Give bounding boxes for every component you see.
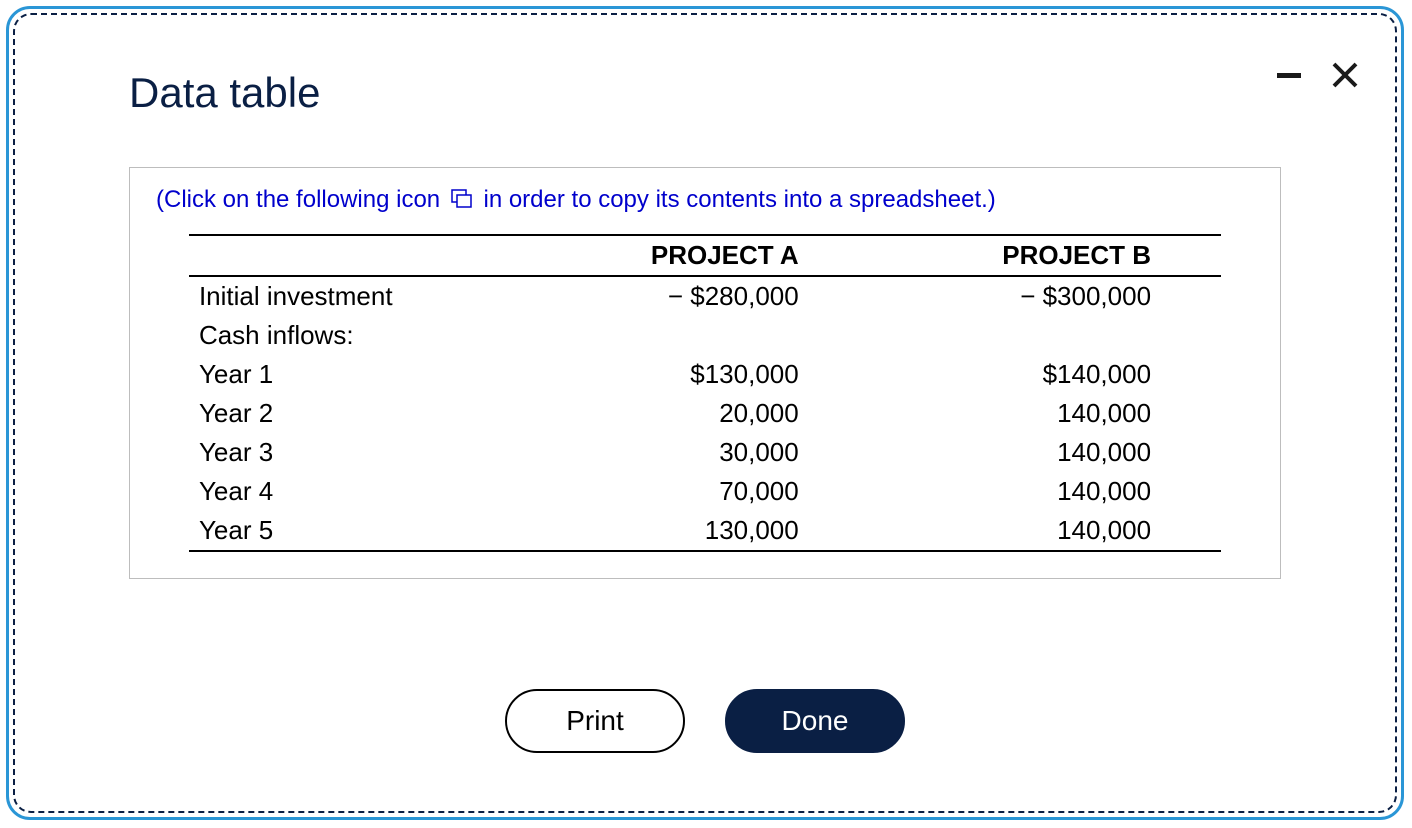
table-row: Year 2 20,000 140,000 [189,394,1221,433]
window-controls [1273,59,1361,91]
row-label: Year 1 [189,355,518,394]
close-icon [1329,59,1361,91]
cell-value: 140,000 [869,511,1221,551]
table-row: Year 5 130,000 140,000 [189,511,1221,551]
cell-value: − $300,000 [869,276,1221,316]
hint-text-before: (Click on the following icon [156,186,440,213]
table-row: Initial investment − $280,000 − $300,000 [189,276,1221,316]
data-table: PROJECT A PROJECT B Initial investment −… [189,234,1221,552]
cell-value: 140,000 [869,433,1221,472]
table-box: (Click on the following icon in order to… [129,167,1281,579]
copy-hint: (Click on the following icon in order to… [156,186,1254,216]
cell-value: 70,000 [518,472,869,511]
modal-dialog: Data table (Click on the following icon … [6,6,1404,820]
print-button[interactable]: Print [505,689,685,753]
done-button[interactable]: Done [725,689,905,753]
page-title: Data table [129,69,1281,117]
cell-value: − $280,000 [518,276,869,316]
hint-text-after: in order to copy its contents into a spr… [483,186,995,213]
cell-value: 140,000 [869,472,1221,511]
cell-value: 140,000 [869,394,1221,433]
row-label: Year 4 [189,472,518,511]
row-label: Year 3 [189,433,518,472]
cell-value: $130,000 [518,355,869,394]
cell-value: $140,000 [869,355,1221,394]
button-row: Print Done [9,689,1401,753]
content-area: Data table (Click on the following icon … [129,69,1281,579]
col-header-project-b: PROJECT B [869,235,1221,276]
close-button[interactable] [1329,59,1361,91]
row-label: Cash inflows: [189,316,518,355]
row-label: Year 5 [189,511,518,551]
cell-value: 130,000 [518,511,869,551]
cell-value: 30,000 [518,433,869,472]
table-row: Year 3 30,000 140,000 [189,433,1221,472]
copy-icon[interactable] [451,188,473,216]
table-header-row: PROJECT A PROJECT B [189,235,1221,276]
col-header-blank [189,235,518,276]
cell-value [869,316,1221,355]
table-row: Year 1 $130,000 $140,000 [189,355,1221,394]
row-label: Year 2 [189,394,518,433]
table-row: Cash inflows: [189,316,1221,355]
cell-value: 20,000 [518,394,869,433]
cell-value [518,316,869,355]
table-row: Year 4 70,000 140,000 [189,472,1221,511]
col-header-project-a: PROJECT A [518,235,869,276]
row-label: Initial investment [189,276,518,316]
